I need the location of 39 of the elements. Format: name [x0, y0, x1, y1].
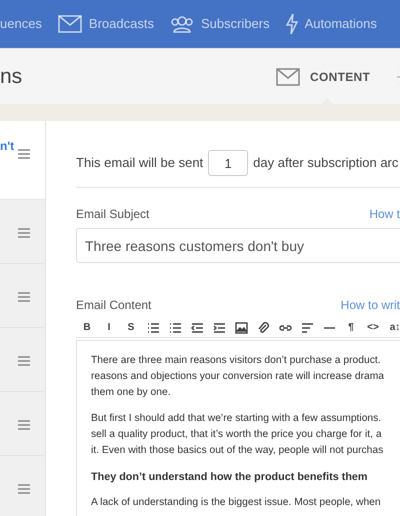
- envelope-icon: [276, 68, 300, 86]
- drag-handle-icon[interactable]: [18, 228, 30, 238]
- body-heading: They don’t understand how the product benefits them: [91, 470, 369, 485]
- body-text-line: There are three main reasons visitors don’t purchase a product.: [91, 354, 382, 368]
- drag-handle-icon[interactable]: [18, 292, 30, 302]
- body-text-line: sell a quality product, that it’s worth the price you charge for it, a: [91, 428, 383, 442]
- sequence-item-title: n't: [0, 138, 14, 155]
- schedule-text: day after subscription arc: [253, 154, 398, 172]
- body-text-line: them one by one.: [91, 386, 172, 400]
- toolbar-button[interactable]: ¶: [340, 318, 362, 336]
- field-label: Email Content: [76, 297, 152, 314]
- days-field[interactable]: 1: [208, 150, 248, 176]
- bolt-icon: [286, 13, 298, 35]
- toolbar-button[interactable]: S: [120, 318, 142, 336]
- drag-handle-icon[interactable]: [18, 420, 30, 430]
- toolbar-button[interactable]: <>: [362, 318, 384, 336]
- number-list-icon: [168, 322, 182, 334]
- subject-field[interactable]: Three reasons customers don't buy: [76, 228, 400, 263]
- toolbar-button[interactable]: B: [76, 318, 98, 336]
- page-title: ns: [0, 64, 24, 90]
- body-text-line: reasons and objections your conversion rate will increase drama: [91, 370, 386, 384]
- paperclip-icon: [256, 322, 270, 334]
- drag-handle-icon[interactable]: [18, 484, 30, 494]
- envelope-icon: [58, 15, 82, 33]
- toolbar-button[interactable]: a↕: [384, 318, 400, 336]
- align-icon: [300, 322, 314, 334]
- schedule-text: This email will be sent: [76, 154, 204, 172]
- people-icon: [170, 15, 194, 33]
- drag-handle-icon[interactable]: [18, 356, 30, 366]
- image-icon: [234, 322, 248, 334]
- outdent-icon: [190, 322, 204, 334]
- body-text-line: But first I should add that we’re starting with a few assumptions.: [91, 412, 382, 426]
- field-label: Email Subject: [76, 206, 150, 223]
- body-text-line: A lack of understanding is the biggest issue. Most people, when: [91, 496, 382, 510]
- indent-icon: [212, 322, 226, 334]
- bullet-list-icon: [146, 322, 160, 334]
- toolbar-button[interactable]: I: [98, 318, 120, 336]
- drag-handle-icon[interactable]: [18, 149, 30, 159]
- body-text-line: it. Even with those basics out of the way, people will not purchas: [91, 444, 384, 458]
